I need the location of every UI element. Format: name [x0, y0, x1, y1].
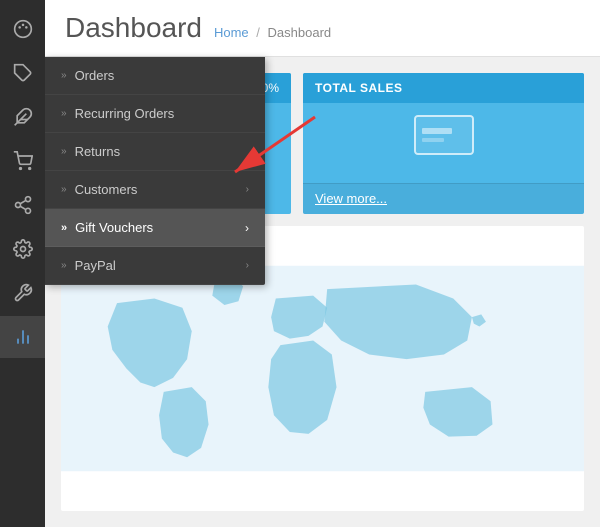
view-more-link[interactable]: View more... [315, 191, 387, 206]
dropdown-item-orders-label: Orders [75, 68, 115, 83]
sidebar-icon-palette[interactable] [0, 8, 45, 50]
dropdown-item-orders[interactable]: » Orders [45, 57, 265, 95]
sidebar-icon-chart[interactable] [0, 316, 45, 358]
sidebar-icon-gear[interactable] [0, 228, 45, 270]
chevron-right-icon: » [61, 70, 67, 81]
chevron-double-icon: » [61, 222, 67, 234]
chevron-arrow-customers: › [246, 184, 249, 195]
dropdown-item-recurring-label: Recurring Orders [75, 106, 175, 121]
dropdown-item-customers-label: Customers [75, 182, 138, 197]
dropdown-item-returns[interactable]: » Returns [45, 133, 265, 171]
breadcrumb-separator: / [256, 25, 260, 40]
sidebar [0, 0, 45, 527]
dropdown-item-orders-left: » Orders [61, 68, 114, 83]
dropdown-item-recurring[interactable]: » Recurring Orders [45, 95, 265, 133]
breadcrumb-home[interactable]: Home [214, 25, 249, 40]
main-content: Dashboard Home / Dashboard TOTAL ORDERS … [45, 0, 600, 527]
sidebar-icon-share[interactable] [0, 184, 45, 226]
sidebar-icon-cart[interactable] [0, 140, 45, 182]
dropdown-item-gift-left: » Gift Vouchers [61, 220, 153, 235]
sales-card-header: TOTAL SALES [303, 73, 584, 103]
dropdown-item-returns-left: » Returns [61, 144, 120, 159]
content: TOTAL ORDERS 0% 0 TOTAL SALES [45, 57, 600, 527]
dropdown-item-paypal-left: » PayPal [61, 258, 116, 273]
card-stripe-2 [422, 138, 444, 142]
sidebar-icon-puzzle[interactable] [0, 96, 45, 138]
breadcrumb-current: Dashboard [268, 25, 332, 40]
dropdown-item-paypal[interactable]: » PayPal › [45, 247, 265, 285]
header: Dashboard Home / Dashboard [45, 0, 600, 57]
dropdown-item-customers[interactable]: » Customers › [45, 171, 265, 209]
total-sales-card: TOTAL SALES View more... [303, 73, 584, 214]
chevron-right-icon-2: » [61, 108, 67, 119]
breadcrumb: Home / Dashboard [214, 25, 331, 40]
chevron-right-icon-4: » [61, 184, 67, 195]
chevron-right-icon-5: » [61, 260, 67, 271]
dropdown-item-returns-label: Returns [75, 144, 121, 159]
dropdown-item-gift-vouchers[interactable]: » Gift Vouchers › [45, 209, 265, 247]
credit-card-icon [414, 115, 474, 155]
dropdown-item-customers-left: » Customers [61, 182, 137, 197]
chevron-arrow-gift: › [245, 221, 249, 235]
sidebar-icon-wrench[interactable] [0, 272, 45, 314]
sales-card-body [303, 103, 584, 183]
sales-card-label: TOTAL SALES [315, 81, 403, 95]
dropdown-menu: » Orders » Recurring Orders » Returns » [45, 57, 265, 285]
dropdown-item-paypal-label: PayPal [75, 258, 116, 273]
dropdown-item-recurring-left: » Recurring Orders [61, 106, 174, 121]
dropdown-item-gift-label: Gift Vouchers [75, 220, 153, 235]
chevron-right-icon-3: » [61, 146, 67, 157]
page-title: Dashboard [65, 12, 202, 44]
card-stripe-1 [422, 128, 453, 134]
sidebar-icon-tag[interactable] [0, 52, 45, 94]
sales-card-footer: View more... [303, 183, 584, 214]
chevron-arrow-paypal: › [246, 260, 249, 271]
